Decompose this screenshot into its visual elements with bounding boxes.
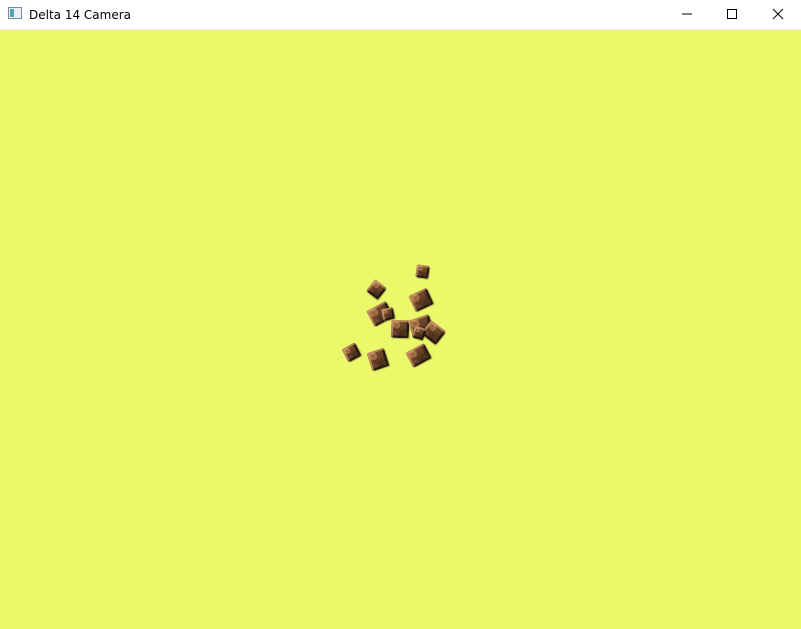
wooden-cube (390, 319, 410, 339)
wooden-cube (415, 264, 430, 279)
title-bar[interactable]: Delta 14 Camera (0, 0, 801, 30)
maximize-button[interactable] (709, 0, 755, 29)
camera-window: Delta 14 Camera (0, 0, 801, 629)
minimize-icon (682, 13, 692, 15)
camera-viewport[interactable] (0, 30, 801, 629)
window-title: Delta 14 Camera (29, 8, 132, 22)
minimize-button[interactable] (664, 0, 710, 29)
close-button[interactable] (755, 0, 801, 29)
close-icon (772, 8, 784, 20)
app-window-icon (8, 7, 22, 19)
wooden-cube (366, 347, 390, 372)
wooden-cube (380, 306, 396, 322)
maximize-icon (727, 9, 737, 19)
wooden-cube (365, 278, 388, 301)
wooden-cube (341, 342, 362, 363)
wooden-cube (408, 287, 434, 313)
wooden-cube (405, 343, 432, 368)
